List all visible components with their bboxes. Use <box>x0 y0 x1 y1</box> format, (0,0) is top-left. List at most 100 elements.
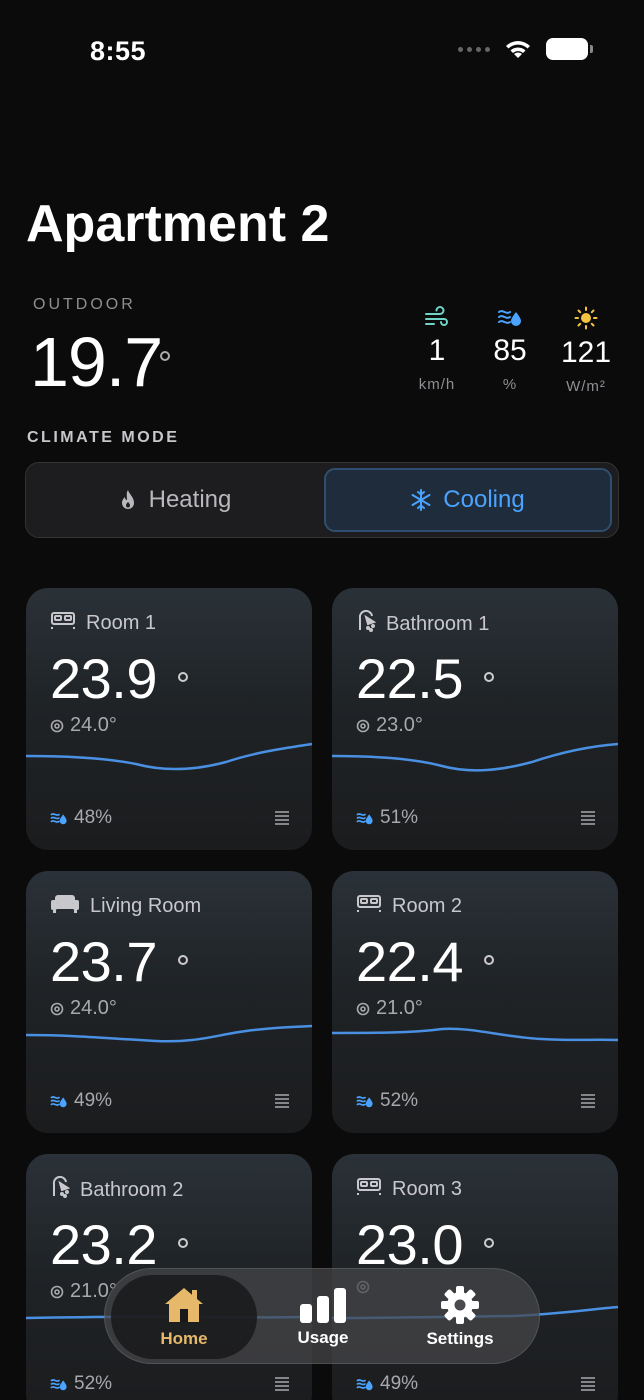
outdoor-label: OUTDOOR <box>33 296 136 313</box>
home-icon <box>165 1288 203 1322</box>
heating-label: Heating <box>148 486 232 513</box>
temperature-history-line <box>26 1024 312 1043</box>
room-humidity: 52% <box>50 1373 112 1395</box>
room-name: Room 3 <box>392 1177 463 1200</box>
room-card[interactable]: Living Room 23.7 24.0° 49% <box>26 871 312 1133</box>
room-humidity: 48% <box>50 807 112 829</box>
degree-symbol-icon <box>178 1238 188 1248</box>
room-humidity: 49% <box>50 1090 112 1112</box>
room-humidity-value: 48% <box>74 807 113 828</box>
bar-chart-icon <box>300 1288 346 1323</box>
room-target: 21.0° <box>356 997 423 1020</box>
wifi-icon <box>506 41 530 58</box>
room-target-value: 24.0° <box>70 997 117 1019</box>
status-time: 8:55 <box>90 36 147 66</box>
bed-icon <box>50 610 76 636</box>
degree-symbol-icon <box>484 1238 494 1248</box>
room-card-header: Bathroom 2 <box>50 1175 184 1204</box>
humidity-unit: % <box>502 376 518 393</box>
list-icon[interactable] <box>580 810 596 826</box>
flame-icon <box>121 490 134 509</box>
list-icon[interactable] <box>274 1376 290 1392</box>
shower-icon <box>356 609 377 638</box>
outdoor-wind: 1 km/h <box>397 306 477 393</box>
room-temperature: 23.9 <box>50 647 158 710</box>
room-card-header: Room 3 <box>356 1176 462 1202</box>
tab-usage-label: Usage <box>297 1328 349 1347</box>
page-title: Apartment 2 <box>26 195 330 253</box>
cellular-dots-icon <box>458 46 490 52</box>
list-icon[interactable] <box>580 1093 596 1109</box>
gear-icon <box>441 1286 479 1324</box>
tab-usage[interactable]: Usage <box>250 1275 396 1359</box>
target-icon <box>356 719 370 732</box>
room-card-header: Living Room <box>50 893 201 919</box>
temperature-history-line <box>332 1027 618 1042</box>
room-humidity-value: 51% <box>380 807 419 828</box>
status-icons <box>458 38 593 60</box>
target-icon <box>356 1002 370 1015</box>
list-icon[interactable] <box>274 1093 290 1109</box>
list-icon[interactable] <box>580 1376 596 1392</box>
room-humidity-value: 52% <box>74 1373 113 1394</box>
room-name: Room 2 <box>392 894 463 917</box>
outdoor-humidity: 85 % <box>470 306 550 393</box>
room-target-value: 21.0° <box>376 997 423 1019</box>
target-icon <box>50 1002 64 1015</box>
room-temperature: 22.4 <box>356 930 464 993</box>
shower-icon <box>50 1175 71 1204</box>
irradiance-value: 121 <box>560 336 612 369</box>
room-target-value: 23.0° <box>376 714 423 736</box>
humidity-icon <box>50 1096 67 1108</box>
degree-symbol-icon <box>178 672 188 682</box>
wind-icon <box>425 306 448 326</box>
room-humidity: 52% <box>356 1090 418 1112</box>
degree-symbol-icon <box>484 955 494 965</box>
tab-home[interactable]: Home <box>111 1275 257 1359</box>
room-humidity-value: 49% <box>74 1090 113 1111</box>
room-temperature: 23.2 <box>50 1213 158 1276</box>
outdoor-temperature: 19.7 <box>30 323 163 401</box>
room-humidity: 51% <box>356 807 418 829</box>
status-bar: 8:55 <box>0 0 644 100</box>
degree-symbol-icon <box>484 672 494 682</box>
sun-icon <box>574 306 598 330</box>
cooling-button[interactable]: Cooling <box>324 468 612 532</box>
bed-icon <box>356 893 382 919</box>
tab-settings-label: Settings <box>426 1329 494 1348</box>
tab-bar: Home Usage Settings <box>104 1268 540 1364</box>
room-target: 24.0° <box>50 714 117 737</box>
tab-settings[interactable]: Settings <box>387 1275 533 1359</box>
humidity-icon <box>50 1379 67 1391</box>
room-name: Bathroom 2 <box>80 1178 184 1201</box>
room-target-value: 24.0° <box>70 714 117 736</box>
room-target: 24.0° <box>50 997 117 1020</box>
humidity-icon <box>50 813 67 825</box>
humidity-icon <box>356 813 373 825</box>
room-name: Living Room <box>90 894 202 917</box>
room-card-header: Bathroom 1 <box>356 609 490 638</box>
heating-button[interactable]: Heating <box>32 468 318 532</box>
climate-mode-label: CLIMATE MODE <box>27 429 180 446</box>
degree-symbol-icon <box>178 955 188 965</box>
room-humidity-value: 52% <box>380 1090 419 1111</box>
list-icon[interactable] <box>274 810 290 826</box>
target-icon <box>50 1285 64 1298</box>
wind-value: 1 <box>428 334 446 367</box>
humidity-icon <box>356 1096 373 1108</box>
sofa-icon <box>50 893 80 919</box>
room-card[interactable]: Room 2 22.4 21.0° 52% <box>332 871 618 1133</box>
room-card[interactable]: Room 1 23.9 24.0° 48% <box>26 588 312 850</box>
outdoor-irradiance: 121 W/m² <box>546 306 626 395</box>
room-name: Bathroom 1 <box>386 612 490 635</box>
room-name: Room 1 <box>86 611 157 634</box>
battery-icon <box>546 38 593 60</box>
room-card-header: Room 1 <box>50 610 156 636</box>
room-humidity-value: 49% <box>380 1373 419 1394</box>
temperature-history-line <box>332 742 618 772</box>
room-card[interactable]: Bathroom 1 22.5 23.0° 51% <box>332 588 618 850</box>
humidity-icon <box>498 310 521 326</box>
climate-mode-control: Heating Cooling <box>25 462 619 538</box>
room-target: 23.0° <box>356 714 423 737</box>
bed-icon <box>356 1176 382 1202</box>
